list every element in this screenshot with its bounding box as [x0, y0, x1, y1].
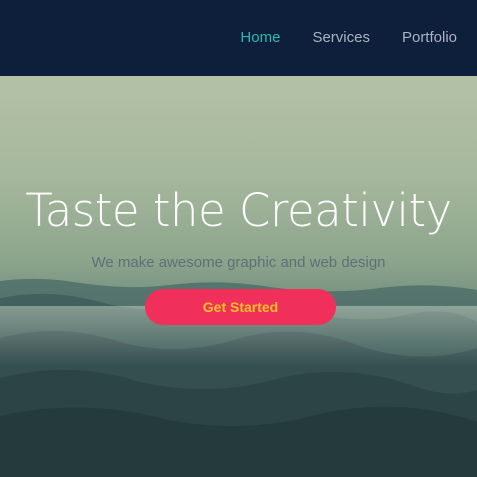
landing-page: Home Services Portfolio Taste the Creati… — [0, 0, 477, 477]
nav-item-home[interactable]: Home — [240, 29, 280, 46]
nav-menu: Home Services Portfolio — [240, 29, 457, 46]
mountain-landscape-image — [0, 278, 477, 477]
hero-section: Taste the Creativity We make awesome gra… — [0, 76, 477, 477]
nav-item-services[interactable]: Services — [312, 29, 370, 46]
hero-subtitle: We make awesome graphic and web design — [91, 254, 386, 271]
nav-item-portfolio[interactable]: Portfolio — [402, 29, 457, 46]
top-navbar: Home Services Portfolio — [0, 0, 477, 76]
get-started-button[interactable]: Get Started — [145, 289, 336, 325]
hero-title: Taste the Creativity — [25, 184, 452, 237]
